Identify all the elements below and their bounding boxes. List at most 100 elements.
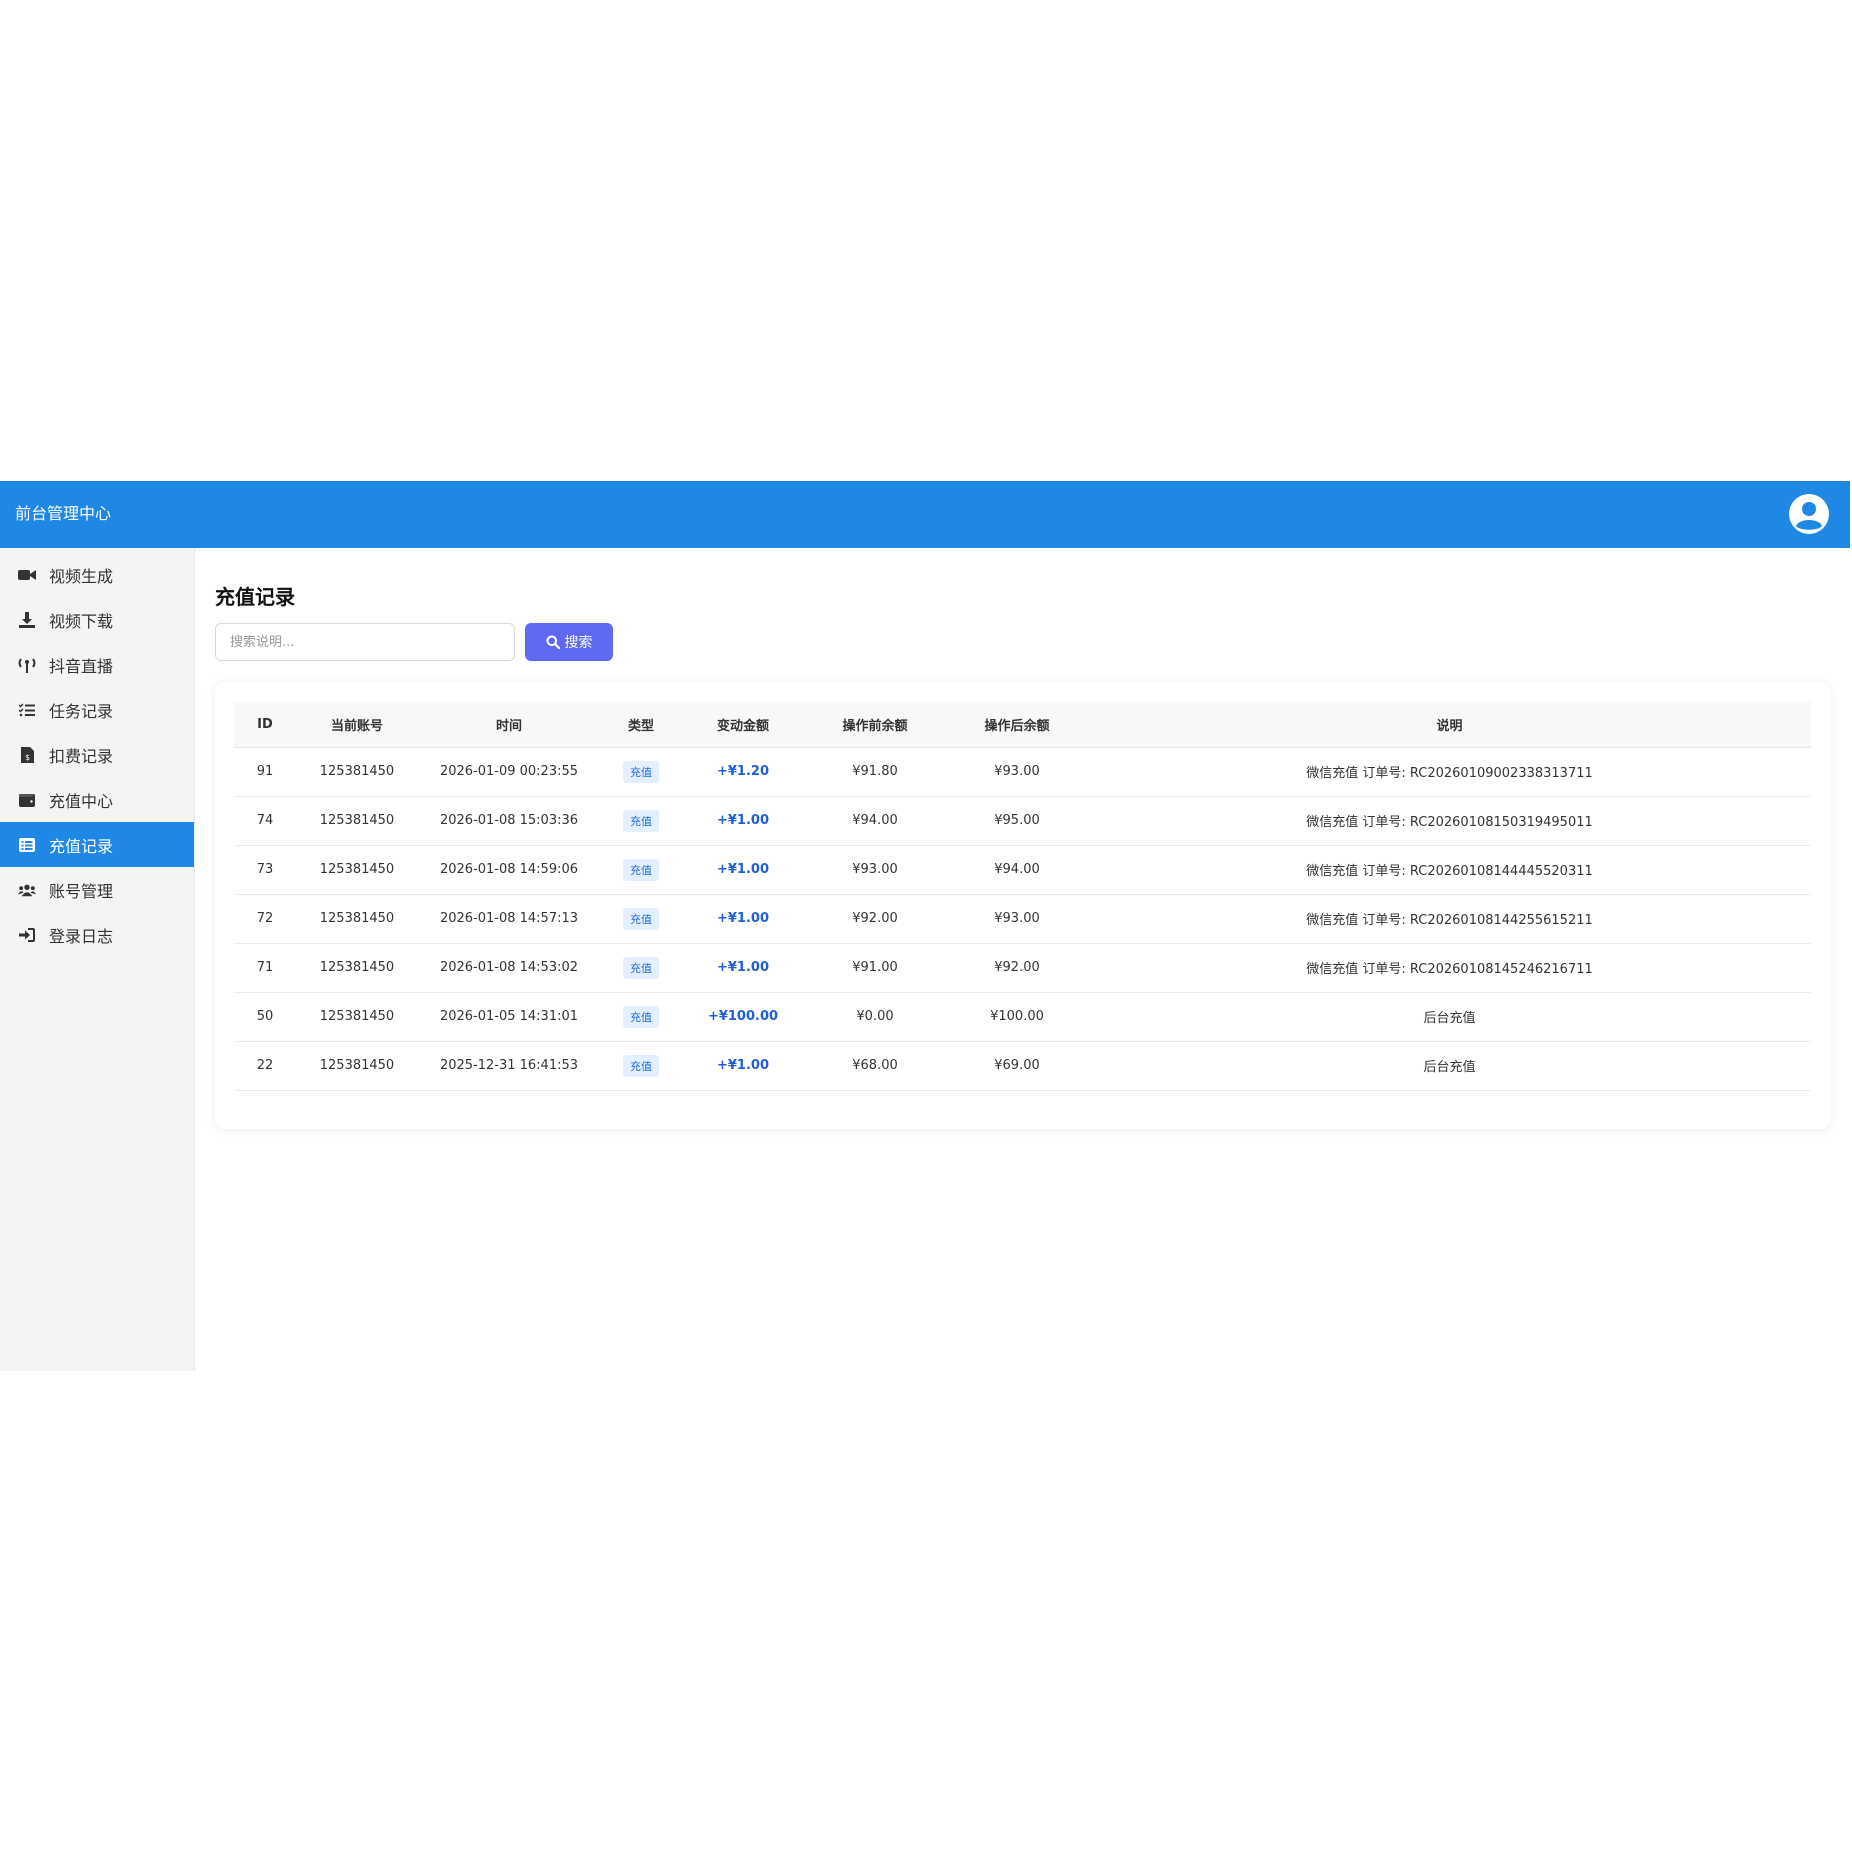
amount-value: +¥1.00 (716, 911, 769, 926)
sidebar-item-label: 视频生成 (49, 566, 114, 586)
table-row: 71 125381450 2026-01-08 14:53:02 充值 +¥1.… (234, 943, 1811, 992)
column-header-time: 时间 (418, 702, 600, 748)
amount-value: +¥1.00 (716, 813, 769, 828)
cell-description: 微信充值 订单号: RC20260108144255615211 (1306, 913, 1593, 928)
sidebar-item-label: 扣费记录 (49, 746, 114, 766)
type-badge: 充值 (623, 1054, 659, 1077)
cell-type: 充值 (600, 943, 682, 992)
sidebar-item-deduction-records[interactable]: $ 扣费记录 (0, 732, 194, 777)
amount-value: +¥100.00 (707, 1009, 779, 1024)
cell-amount: +¥1.00 (682, 894, 804, 943)
broadcast-tower-icon (18, 656, 36, 674)
table-row: 22 125381450 2025-12-31 16:41:53 充值 +¥1.… (234, 1041, 1811, 1090)
cell-balance-after: ¥95.00 (994, 813, 1040, 828)
table-row: 73 125381450 2026-01-08 14:59:06 充值 +¥1.… (234, 845, 1811, 894)
cell-account: 125381450 (319, 1009, 395, 1024)
cell-id: 22 (256, 1058, 274, 1073)
download-icon (18, 611, 36, 629)
cell-time: 2026-01-08 15:03:36 (439, 813, 579, 828)
search-button[interactable]: 搜索 (525, 623, 613, 661)
cell-balance-before: ¥0.00 (856, 1009, 894, 1024)
sidebar-item-recharge-center[interactable]: 充值中心 (0, 777, 194, 822)
invoice-dollar-icon: $ (18, 746, 36, 764)
sidebar-item-task-records[interactable]: 任务记录 (0, 687, 194, 732)
cell-balance-before: ¥92.00 (852, 911, 898, 926)
cell-account: 125381450 (319, 960, 395, 975)
cell-balance-before: ¥93.00 (852, 862, 898, 877)
column-header-amount: 变动金额 (682, 702, 804, 748)
search-button-label: 搜索 (564, 635, 593, 651)
sidebar: 视频生成 视频下载 抖音直播 任务记录 $ 扣费记录 充值中心 充值记录 账号管… (0, 548, 195, 1371)
page-title: 充值记录 (215, 585, 295, 609)
sidebar-item-label: 视频下载 (49, 611, 114, 631)
table-row: 74 125381450 2026-01-08 15:03:36 充值 +¥1.… (234, 796, 1811, 845)
cell-time: 2025-12-31 16:41:53 (439, 1058, 579, 1073)
sidebar-item-video-download[interactable]: 视频下载 (0, 597, 194, 642)
cell-balance-before: ¥94.00 (852, 813, 898, 828)
cell-type: 充值 (600, 845, 682, 894)
column-header-balance-after: 操作后余额 (946, 702, 1088, 748)
cell-balance-after: ¥69.00 (994, 1058, 1040, 1073)
table-header-row: ID 当前账号 时间 类型 变动金额 操作前余额 操作后余额 说明 (234, 702, 1811, 748)
search-input[interactable] (215, 623, 515, 661)
cell-balance-after: ¥93.00 (994, 764, 1040, 779)
users-icon (18, 881, 36, 899)
cell-amount: +¥1.00 (682, 796, 804, 845)
cell-id: 74 (256, 813, 274, 828)
sidebar-item-label: 充值记录 (49, 836, 114, 856)
cell-account: 125381450 (319, 764, 395, 779)
sidebar-item-label: 任务记录 (49, 701, 114, 721)
column-header-account: 当前账号 (296, 702, 418, 748)
cell-time: 2026-01-09 00:23:55 (439, 764, 579, 779)
cell-time: 2026-01-05 14:31:01 (439, 1009, 579, 1024)
type-badge: 充值 (623, 907, 659, 930)
cell-balance-after: ¥93.00 (994, 911, 1040, 926)
search-icon (546, 635, 560, 649)
sidebar-item-label: 抖音直播 (49, 656, 114, 676)
sidebar-item-video-generate[interactable]: 视频生成 (0, 552, 194, 597)
wallet-icon (18, 791, 36, 809)
sidebar-item-recharge-records[interactable]: 充值记录 (0, 822, 194, 867)
cell-id: 50 (256, 1009, 274, 1024)
amount-value: +¥1.20 (716, 764, 769, 779)
cell-description: 后台充值 (1423, 1011, 1476, 1026)
cell-account: 125381450 (319, 1058, 395, 1073)
video-camera-icon (18, 566, 36, 584)
app-window: 前台管理中心 视频生成 视频下载 抖音直播 任务记录 $ 扣费记录 充值中心 充… (0, 481, 1850, 1371)
sidebar-item-account-management[interactable]: 账号管理 (0, 867, 194, 912)
user-circle-icon[interactable] (1788, 493, 1830, 535)
cell-id: 73 (256, 862, 274, 877)
app-title: 前台管理中心 (15, 504, 112, 523)
cell-account: 125381450 (319, 862, 395, 877)
cell-balance-after: ¥100.00 (990, 1009, 1044, 1024)
cell-type: 充值 (600, 747, 682, 796)
type-badge: 充值 (623, 858, 659, 881)
type-badge: 充值 (623, 809, 659, 832)
cell-balance-after: ¥92.00 (994, 960, 1040, 975)
cell-amount: +¥1.00 (682, 943, 804, 992)
amount-value: +¥1.00 (716, 1058, 769, 1073)
cell-account: 125381450 (319, 813, 395, 828)
sidebar-item-douyin-live[interactable]: 抖音直播 (0, 642, 194, 687)
cell-type: 充值 (600, 992, 682, 1041)
cell-type: 充值 (600, 894, 682, 943)
sidebar-item-login-log[interactable]: 登录日志 (0, 912, 194, 957)
records-card: ID 当前账号 时间 类型 变动金额 操作前余额 操作后余额 说明 91 125… (215, 682, 1830, 1129)
cell-description: 微信充值 订单号: RC20260109002338313711 (1306, 766, 1593, 781)
cell-type: 充值 (600, 1041, 682, 1090)
type-badge: 充值 (623, 1005, 659, 1028)
cell-type: 充值 (600, 796, 682, 845)
column-header-type: 类型 (600, 702, 682, 748)
cell-id: 71 (256, 960, 274, 975)
cell-description: 微信充值 订单号: RC20260108150319495011 (1306, 815, 1593, 830)
task-list-icon (18, 701, 36, 719)
column-header-description: 说明 (1088, 702, 1811, 748)
cell-balance-after: ¥94.00 (994, 862, 1040, 877)
cell-amount: +¥1.00 (682, 1041, 804, 1090)
type-badge: 充值 (623, 956, 659, 979)
column-header-balance-before: 操作前余额 (804, 702, 946, 748)
cell-time: 2026-01-08 14:57:13 (439, 911, 579, 926)
cell-amount: +¥1.20 (682, 747, 804, 796)
sidebar-item-label: 账号管理 (49, 881, 114, 901)
cell-amount: +¥1.00 (682, 845, 804, 894)
